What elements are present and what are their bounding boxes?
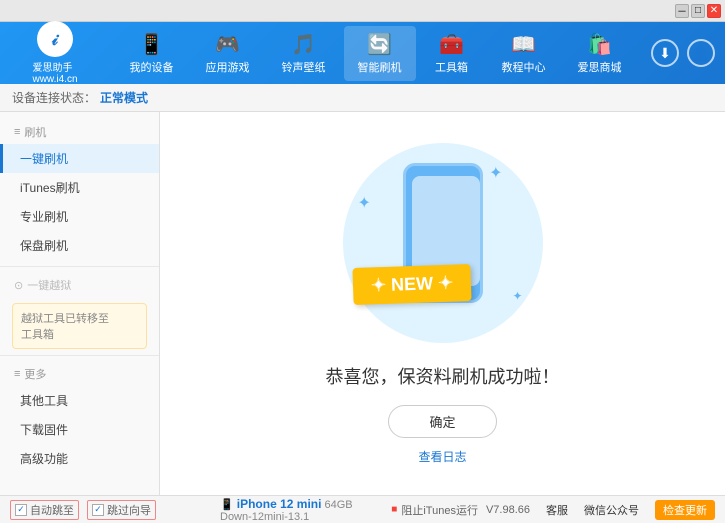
skip-guide-check: ✓ bbox=[92, 504, 104, 516]
logo-area: 𝒾 爱思助手 www.i4.cn bbox=[10, 21, 100, 85]
logo-text: 爱思助手 www.i4.cn bbox=[32, 59, 77, 85]
minimize-btn[interactable]: － bbox=[675, 4, 689, 18]
confirm-button[interactable]: 确定 bbox=[388, 405, 496, 438]
nav-apps-games[interactable]: 🎮 应用游戏 bbox=[192, 26, 264, 81]
phone-illustration: ✦ ✦ ✦ NEW bbox=[343, 143, 543, 343]
support-link[interactable]: 客服 bbox=[546, 502, 568, 518]
nav-label: 工具箱 bbox=[435, 59, 468, 75]
wechat-link[interactable]: 微信公众号 bbox=[584, 502, 639, 518]
sparkle-2: ✦ bbox=[358, 193, 371, 213]
user-btn[interactable]: 👤 bbox=[687, 39, 715, 67]
device-icon: 📱 bbox=[220, 499, 237, 511]
close-btn[interactable]: ✕ bbox=[707, 4, 721, 18]
sparkle-3: ✦ bbox=[512, 289, 522, 303]
toolbox-icon: 🧰 bbox=[439, 32, 464, 57]
new-badge: NEW bbox=[352, 263, 471, 304]
sidebar-section-flash: ≡刷机 bbox=[0, 120, 159, 144]
success-message: 恭喜您，保资料刷机成功啦！ bbox=[326, 363, 560, 389]
main-layout: ≡刷机 一键刷机 iTunes刷机 专业刷机 保盘刷机 ⊙一键越狱 越狱工具已转… bbox=[0, 112, 725, 495]
nav-right: ⬇ 👤 bbox=[651, 39, 715, 67]
auto-jump-check: ✓ bbox=[15, 504, 27, 516]
sidebar-item-other-tools[interactable]: 其他工具 bbox=[0, 386, 159, 415]
sidebar-item-save-flash[interactable]: 保盘刷机 bbox=[0, 231, 159, 260]
nav-label: 爱思商城 bbox=[578, 59, 622, 75]
sidebar: ≡刷机 一键刷机 iTunes刷机 专业刷机 保盘刷机 ⊙一键越狱 越狱工具已转… bbox=[0, 112, 160, 495]
skip-guide-checkbox[interactable]: ✓ 跳过向导 bbox=[87, 500, 156, 520]
device-icon: 📱 bbox=[139, 32, 164, 57]
mall-icon: 🛍️ bbox=[587, 32, 612, 57]
device-info: 📱 iPhone 12 mini 64GB Down-12mini-13.1 bbox=[210, 497, 391, 523]
nav-label: 铃声壁纸 bbox=[282, 59, 326, 75]
itunes-status-label: 阻止iTunes运行 bbox=[401, 502, 478, 518]
apps-icon: 🎮 bbox=[215, 32, 240, 57]
header: 𝒾 爱思助手 www.i4.cn 📱 我的设备 🎮 应用游戏 🎵 铃声壁纸 🔄 … bbox=[0, 22, 725, 84]
logo-icon: 𝒾 bbox=[37, 21, 73, 57]
nav-label: 我的设备 bbox=[130, 59, 174, 75]
flash-icon: 🔄 bbox=[367, 32, 392, 57]
title-bar: － □ ✕ bbox=[0, 0, 725, 22]
nav-mall[interactable]: 🛍️ 爱思商城 bbox=[564, 26, 636, 81]
sparkle-1: ✦ bbox=[489, 163, 502, 183]
view-log-link[interactable]: 查看日志 bbox=[418, 448, 466, 465]
download-btn[interactable]: ⬇ bbox=[651, 39, 679, 67]
sidebar-jailbreak-notice: 越狱工具已转移至工具箱 bbox=[12, 303, 147, 349]
device-name: iPhone 12 mini bbox=[237, 497, 322, 511]
nav-label: 应用游戏 bbox=[206, 59, 250, 75]
nav-ringtones[interactable]: 🎵 铃声壁纸 bbox=[268, 26, 340, 81]
bottom-right: V7.98.66 客服 微信公众号 检查更新 bbox=[486, 500, 715, 520]
bottom-left: ✓ 自动跳至 ✓ 跳过向导 bbox=[10, 500, 210, 520]
status-value: 正常模式 bbox=[100, 89, 148, 106]
ringtone-icon: 🎵 bbox=[291, 32, 316, 57]
status-bar: 设备连接状态： 正常模式 bbox=[0, 84, 725, 112]
nav-tutorial[interactable]: 📖 教程中心 bbox=[488, 26, 560, 81]
version-label: V7.98.66 bbox=[486, 504, 530, 516]
sidebar-item-advanced[interactable]: 高级功能 bbox=[0, 444, 159, 473]
sidebar-item-download-firmware[interactable]: 下载固件 bbox=[0, 415, 159, 444]
nav-label: 智能刷机 bbox=[358, 59, 402, 75]
stop-icon: ■ bbox=[391, 504, 397, 515]
skip-guide-label: 跳过向导 bbox=[107, 502, 151, 518]
nav-bar: 📱 我的设备 🎮 应用游戏 🎵 铃声壁纸 🔄 智能刷机 🧰 工具箱 📖 教程中心… bbox=[100, 26, 651, 81]
auto-jump-label: 自动跳至 bbox=[30, 502, 74, 518]
auto-jump-checkbox[interactable]: ✓ 自动跳至 bbox=[10, 500, 79, 520]
sidebar-item-pro-flash[interactable]: 专业刷机 bbox=[0, 202, 159, 231]
nav-toolbox[interactable]: 🧰 工具箱 bbox=[420, 26, 484, 81]
maximize-btn[interactable]: □ bbox=[691, 4, 705, 18]
nav-my-device[interactable]: 📱 我的设备 bbox=[116, 26, 188, 81]
sidebar-divider-1 bbox=[0, 266, 159, 267]
tutorial-icon: 📖 bbox=[511, 32, 536, 57]
sidebar-section-jailbreak: ⊙一键越狱 bbox=[0, 273, 159, 297]
bottom-bar: ✓ 自动跳至 ✓ 跳过向导 📱 iPhone 12 mini 64GB Down… bbox=[0, 495, 725, 523]
sidebar-divider-2 bbox=[0, 355, 159, 356]
nav-label: 教程中心 bbox=[502, 59, 546, 75]
check-update-btn[interactable]: 检查更新 bbox=[655, 500, 715, 520]
sidebar-item-one-click-flash[interactable]: 一键刷机 bbox=[0, 144, 159, 173]
nav-smart-flash[interactable]: 🔄 智能刷机 bbox=[344, 26, 416, 81]
status-label: 设备连接状态： bbox=[12, 89, 96, 106]
sidebar-item-itunes-flash[interactable]: iTunes刷机 bbox=[0, 173, 159, 202]
content-area: ✦ ✦ ✦ NEW 恭喜您，保资料刷机成功啦！ 确定 查看日志 bbox=[160, 112, 725, 495]
itunes-status: ■ 阻止iTunes运行 bbox=[391, 502, 486, 518]
sidebar-section-more: ≡更多 bbox=[0, 362, 159, 386]
